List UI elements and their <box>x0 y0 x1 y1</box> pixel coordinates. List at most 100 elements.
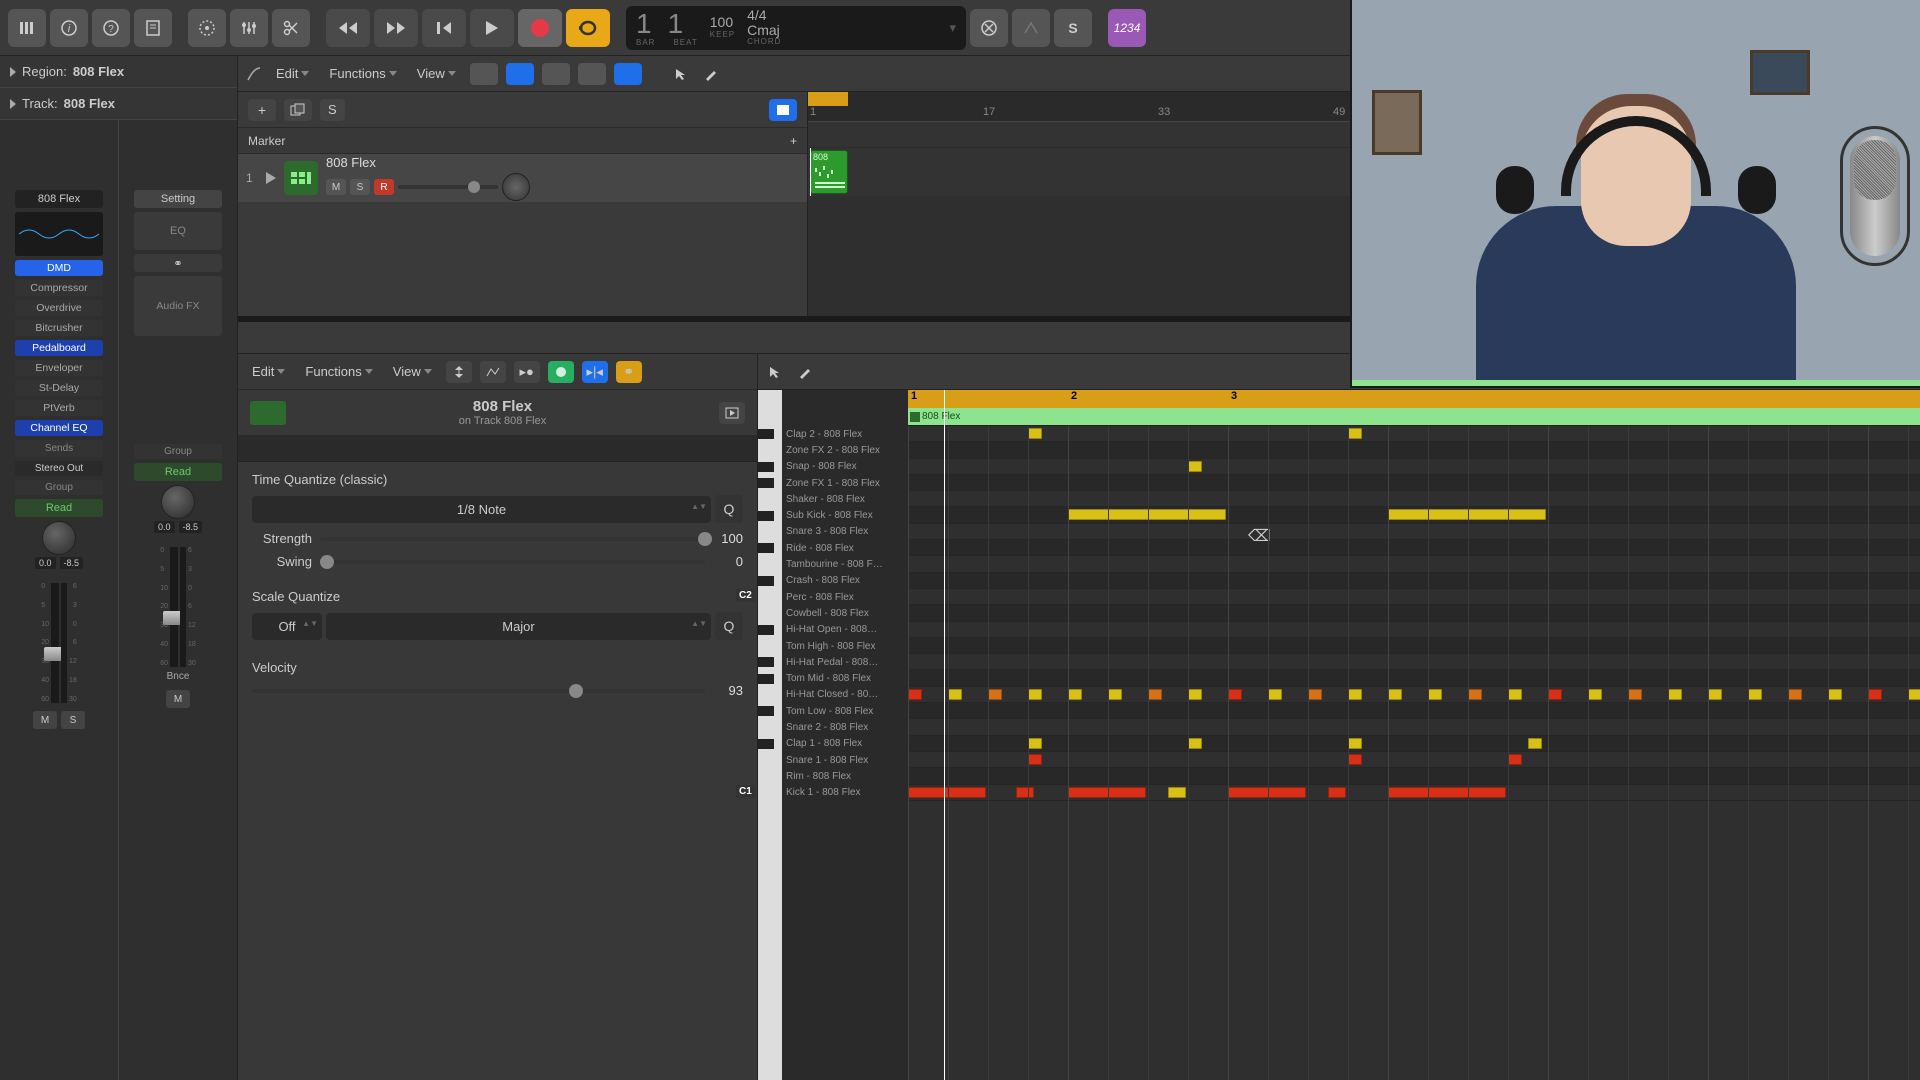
plugin-slot[interactable]: Enveloper <box>15 360 103 376</box>
pr-functions-menu[interactable]: Functions <box>299 360 378 383</box>
note-lane[interactable] <box>908 768 1920 784</box>
playhead[interactable] <box>944 390 945 1080</box>
pr-ruler[interactable]: 1 2 3 <box>908 390 1920 408</box>
marker-row[interactable]: Marker + <box>238 128 807 154</box>
pencil-tool-icon[interactable] <box>798 365 812 379</box>
automation-mode[interactable]: Read <box>15 499 103 517</box>
cycle-button[interactable] <box>566 9 610 47</box>
midi-note[interactable] <box>1028 689 1042 700</box>
midi-chase-icon[interactable] <box>719 402 745 424</box>
help-button[interactable]: ? <box>92 9 130 47</box>
midi-note[interactable] <box>1908 689 1920 700</box>
swing-slider[interactable] <box>320 560 705 564</box>
midi-note[interactable] <box>1528 738 1542 749</box>
smart-controls-button[interactable] <box>188 9 226 47</box>
eq-slot[interactable]: EQ <box>134 212 222 250</box>
midi-note[interactable] <box>1068 689 1082 700</box>
pr-view-menu[interactable]: View <box>387 360 438 383</box>
note-lane[interactable] <box>908 703 1920 719</box>
solo-button[interactable]: S <box>61 711 85 729</box>
midi-note[interactable] <box>1788 689 1802 700</box>
midi-note[interactable] <box>1388 689 1402 700</box>
midi-note[interactable] <box>1028 754 1042 765</box>
midi-note[interactable] <box>1228 689 1242 700</box>
note-grid[interactable]: 1 2 3 808 Flex ⌫ <box>908 390 1920 1080</box>
midi-note[interactable] <box>1588 689 1602 700</box>
setting-button[interactable]: Setting <box>134 190 222 208</box>
add-marker-button[interactable]: + <box>790 134 797 148</box>
note-lane[interactable] <box>908 426 1920 442</box>
track-volume-slider[interactable] <box>398 185 498 189</box>
edit-menu[interactable]: Edit <box>270 62 315 85</box>
midi-note[interactable] <box>1668 689 1682 700</box>
scale-quantize-button[interactable]: Q <box>715 612 743 640</box>
note-lane[interactable] <box>908 622 1920 638</box>
fader[interactable]: 051020304060 6306121830 <box>160 537 196 667</box>
catch-playhead-icon[interactable]: ▸|◂ <box>582 361 608 383</box>
note-lane[interactable] <box>908 687 1920 703</box>
link-icon[interactable]: ⚭ <box>134 254 222 272</box>
midi-note[interactable] <box>948 689 962 700</box>
midi-note[interactable] <box>1188 689 1202 700</box>
region-view-icon[interactable] <box>506 63 534 85</box>
link-icon[interactable]: ⚭ <box>616 361 642 383</box>
note-lane[interactable] <box>908 507 1920 523</box>
region-header[interactable]: Region: 808 Flex <box>0 56 237 88</box>
midi-note[interactable] <box>1068 787 1146 798</box>
midi-note[interactable] <box>1148 689 1162 700</box>
midi-note[interactable] <box>1168 787 1186 798</box>
midi-note[interactable] <box>1468 689 1482 700</box>
midi-note[interactable] <box>1348 689 1362 700</box>
note-lane[interactable] <box>908 654 1920 670</box>
midi-note[interactable] <box>1028 738 1042 749</box>
plugin-slot[interactable]: St-Delay <box>15 380 103 396</box>
library-button[interactable] <box>8 9 46 47</box>
midi-note[interactable] <box>1016 787 1034 798</box>
solo-button[interactable]: S <box>1054 9 1092 47</box>
group-slot[interactable]: Group <box>134 444 222 459</box>
pointer-tool-icon[interactable] <box>674 67 688 81</box>
note-lane[interactable] <box>908 605 1920 621</box>
note-lane[interactable] <box>908 573 1920 589</box>
plugin-slot[interactable]: Overdrive <box>15 300 103 316</box>
note-lane[interactable] <box>908 491 1920 507</box>
collapse-icon[interactable] <box>446 361 472 383</box>
automation-icon[interactable] <box>480 361 506 383</box>
movie-button[interactable] <box>769 99 797 121</box>
lcd-display[interactable]: 1 1 BAR BEAT 100 KEEP 4/4 Cmaj CHORD ▾ <box>626 6 966 50</box>
instrument-slot[interactable]: DMD <box>15 260 103 276</box>
midi-note[interactable] <box>1628 689 1642 700</box>
note-lane[interactable] <box>908 670 1920 686</box>
sends-slot[interactable]: Sends <box>15 440 103 457</box>
midi-note[interactable] <box>1108 689 1122 700</box>
replace-button[interactable] <box>970 9 1008 47</box>
plugin-slot[interactable]: Channel EQ <box>15 420 103 436</box>
note-lane[interactable] <box>908 736 1920 752</box>
region-bar[interactable]: 808 Flex <box>908 408 1920 426</box>
waveform-display[interactable] <box>15 212 103 256</box>
region-clip[interactable]: 808 <box>810 150 848 194</box>
notes-button[interactable] <box>134 9 172 47</box>
add-track-button[interactable]: + <box>248 99 276 121</box>
plugin-slot[interactable]: PtVerb <box>15 400 103 416</box>
track-header[interactable]: 1 808 Flex M S R <box>238 154 807 202</box>
info-button[interactable]: i <box>50 9 88 47</box>
scale-enable-select[interactable]: Off▲▼ <box>252 613 322 640</box>
note-lane[interactable] <box>908 785 1920 801</box>
plugin-slot[interactable]: Compressor <box>15 280 103 296</box>
track-pan-knob[interactable] <box>502 173 530 201</box>
note-lane[interactable] <box>908 752 1920 768</box>
output-slot[interactable]: Stereo Out <box>15 461 103 476</box>
midi-note[interactable] <box>1188 738 1202 749</box>
track-mute[interactable]: M <box>326 179 346 195</box>
note-lane[interactable] <box>908 459 1920 475</box>
midi-note[interactable] <box>1428 689 1442 700</box>
midi-note[interactable] <box>908 787 986 798</box>
pan-knob[interactable] <box>42 521 76 555</box>
duplicate-track-button[interactable] <box>284 99 312 121</box>
midi-note[interactable] <box>1188 461 1202 472</box>
grid-view-icon[interactable] <box>470 63 498 85</box>
record-button[interactable] <box>518 9 562 47</box>
note-lane[interactable] <box>908 540 1920 556</box>
plugin-slot[interactable]: Pedalboard <box>15 340 103 356</box>
